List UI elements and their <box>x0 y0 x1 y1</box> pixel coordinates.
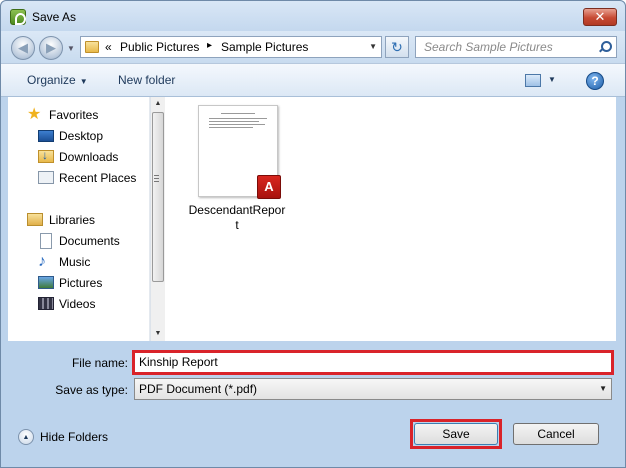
folder-icon <box>85 41 99 53</box>
breadcrumb-separator[interactable]: ▸ <box>207 40 212 51</box>
documents-icon <box>40 233 52 249</box>
scrollbar-grip-icon <box>154 175 159 182</box>
file-name-field[interactable]: Kinship Report <box>134 352 612 373</box>
scroll-up-icon[interactable]: ▲ <box>151 97 165 111</box>
breadcrumb-overflow[interactable]: « <box>105 40 112 54</box>
nav-item-documents[interactable]: Documents <box>8 231 148 251</box>
nav-item-pictures[interactable]: Pictures <box>8 273 148 293</box>
document-line <box>209 127 253 128</box>
breadcrumb-public-pictures[interactable]: Public Pictures <box>120 40 199 54</box>
navigation-pane: ★ Favorites Desktop Downloads Recent Pla… <box>8 97 150 341</box>
forward-button[interactable]: ▶ <box>39 36 63 60</box>
document-line <box>221 113 255 114</box>
scroll-down-icon[interactable]: ▼ <box>151 327 165 341</box>
nav-pane-scrollbar[interactable]: ▲ ▼ <box>150 97 165 341</box>
hide-folders-label: Hide Folders <box>40 430 109 444</box>
search-placeholder: Search Sample Pictures <box>424 40 553 54</box>
chevron-down-icon[interactable]: ▼ <box>599 379 607 399</box>
address-bar[interactable]: « Public Pictures ▸ Sample Pictures ▼ <box>80 36 382 58</box>
breadcrumb-sample-pictures[interactable]: Sample Pictures <box>221 40 308 54</box>
document-line <box>209 124 265 125</box>
nav-label: Libraries <box>49 213 96 227</box>
chevron-down-icon: ▼ <box>79 77 88 86</box>
star-icon: ★ <box>27 106 42 123</box>
scrollbar-thumb[interactable] <box>152 112 164 282</box>
document-line <box>209 118 267 119</box>
cancel-button[interactable]: Cancel <box>513 423 599 445</box>
save-as-type-value: PDF Document (*.pdf) <box>139 382 258 396</box>
command-bar: Organize ▼ New folder ▼ ? <box>1 63 625 97</box>
nav-item-libraries[interactable]: Libraries <box>8 210 148 230</box>
save-as-type-label: Save as type: <box>55 383 128 397</box>
nav-item-favorites[interactable]: ★ Favorites <box>8 105 148 125</box>
help-icon[interactable]: ? <box>586 72 604 90</box>
save-as-type-select[interactable]: PDF Document (*.pdf) ▼ <box>134 378 612 400</box>
close-button[interactable]: ✕ <box>583 8 617 26</box>
organize-label: Organize <box>27 73 76 87</box>
file-name-label: File name: <box>71 356 128 370</box>
app-icon <box>10 9 26 25</box>
new-folder-button[interactable]: New folder <box>118 73 175 87</box>
window-title: Save As <box>32 10 77 24</box>
music-icon: ♪ <box>38 253 46 270</box>
pdf-icon: A <box>257 175 281 199</box>
nav-item-recent-places[interactable]: Recent Places <box>8 168 148 188</box>
downloads-icon <box>38 148 54 163</box>
libraries-icon <box>27 213 43 226</box>
recent-pages-dropdown-icon[interactable]: ▼ <box>67 44 75 53</box>
refresh-button[interactable]: ↻ <box>385 36 409 58</box>
videos-icon <box>38 297 54 310</box>
nav-item-downloads[interactable]: Downloads <box>8 147 148 167</box>
nav-label: Music <box>59 255 91 269</box>
collapse-up-icon: ▲ <box>18 429 34 445</box>
search-input[interactable]: Search Sample Pictures <box>415 36 617 58</box>
pictures-icon <box>38 276 54 289</box>
view-options-dropdown-icon[interactable]: ▼ <box>548 75 556 84</box>
nav-label: Documents <box>59 234 120 248</box>
nav-item-videos[interactable]: Videos <box>8 294 148 314</box>
organize-menu[interactable]: Organize ▼ <box>27 73 88 87</box>
nav-label: Recent Places <box>59 171 137 185</box>
address-toolbar: ◀ ▶ ▼ « Public Pictures ▸ Sample Picture… <box>1 31 625 63</box>
change-view-icon[interactable] <box>525 74 541 87</box>
search-icon[interactable] <box>599 41 612 52</box>
nav-item-music[interactable]: ♪ Music <box>8 252 148 272</box>
nav-label: Favorites <box>49 108 99 122</box>
save-button[interactable]: Save <box>414 423 498 445</box>
nav-item-desktop[interactable]: Desktop <box>8 126 148 146</box>
back-button[interactable]: ◀ <box>11 36 35 60</box>
nav-label: Downloads <box>59 150 119 164</box>
desktop-icon <box>38 130 54 142</box>
document-line <box>209 121 259 122</box>
nav-label: Desktop <box>59 129 104 143</box>
title-bar[interactable]: Save As ✕ <box>1 1 625 31</box>
recent-places-icon <box>38 171 54 184</box>
file-item-descendant-report[interactable]: A DescendantReport <box>187 105 287 232</box>
file-name-label: DescendantReport <box>188 203 286 232</box>
nav-label: Videos <box>59 297 96 311</box>
file-list: A DescendantReport <box>165 97 616 341</box>
nav-label: Pictures <box>59 276 103 290</box>
address-dropdown-icon[interactable]: ▼ <box>369 42 377 51</box>
